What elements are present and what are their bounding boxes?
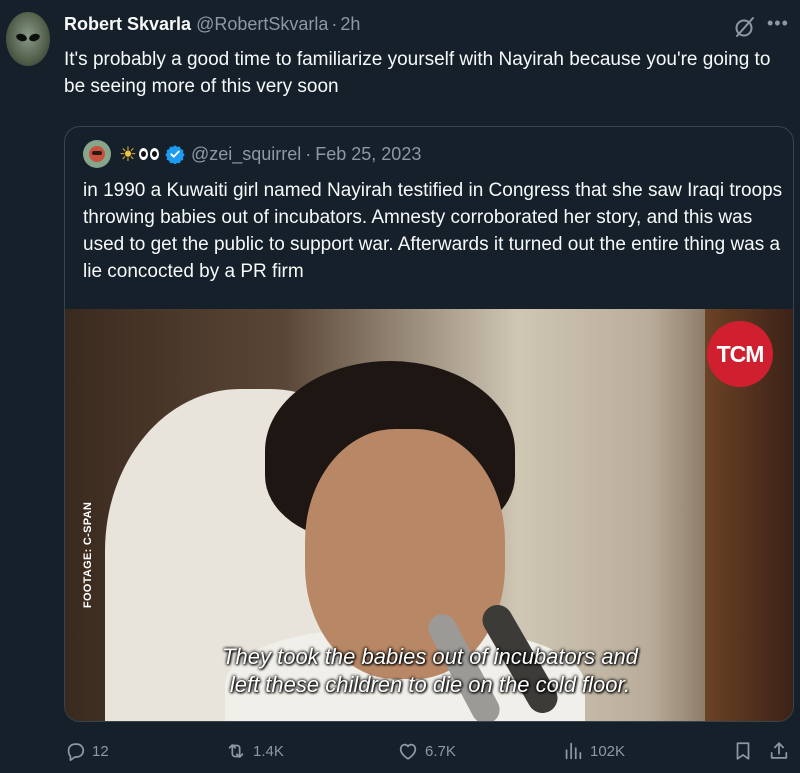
eyes-emoji-icon: [138, 148, 159, 160]
video-player[interactable]: FOOTAGE: C-SPAN TCM They took the babies…: [65, 309, 793, 721]
avatar-eye: [28, 32, 41, 43]
view-count: 102K: [590, 742, 626, 760]
author-avatar[interactable]: [6, 12, 50, 66]
verified-badge-icon: [165, 145, 185, 164]
sun-emoji-icon: ☀: [119, 143, 137, 166]
reply-icon: [67, 743, 85, 762]
quoted-author-handle[interactable]: @zei_squirrel: [191, 144, 301, 165]
avatar-eye: [15, 32, 28, 43]
share-button[interactable]: [768, 740, 790, 762]
tweet-time[interactable]: 2h: [340, 14, 360, 35]
more-icon[interactable]: •••: [767, 13, 789, 34]
grok-icon[interactable]: [733, 15, 757, 39]
quoted-tweet-header: ☀ @zei_squirrel · Feb 25, 2023: [83, 140, 421, 168]
tweet[interactable]: Robert Skvarla @RobertSkvarla · 2h ••• I…: [0, 0, 800, 773]
tweet-text: It's probably a good time to familiarize…: [64, 49, 771, 97]
separator-dot: ·: [305, 143, 312, 164]
repost-count: 1.4K: [253, 742, 284, 760]
repost-icon: [228, 744, 244, 758]
repost-button[interactable]: 1.4K: [225, 740, 284, 762]
footage-credit: FOOTAGE: C-SPAN: [82, 501, 94, 609]
quoted-tweet[interactable]: ☀ @zei_squirrel · Feb 25, 2023 in 1990 a…: [64, 126, 794, 722]
reply-button[interactable]: 12: [64, 740, 109, 762]
tweet-header: Robert Skvarla @RobertSkvarla · 2h: [64, 14, 360, 36]
tweet-actions: 12 1.4K 6.7K 102K: [64, 740, 794, 766]
quoted-author-name[interactable]: ☀: [119, 142, 165, 167]
tcm-logo: TCM: [707, 321, 773, 387]
caption-line: left these children to die on the cold f…: [229, 672, 631, 697]
bookmark-icon: [736, 742, 750, 760]
author-handle[interactable]: @RobertSkvarla: [196, 14, 328, 35]
author-name[interactable]: Robert Skvarla: [64, 14, 191, 35]
quoted-tweet-date[interactable]: Feb 25, 2023: [315, 144, 421, 165]
like-button[interactable]: 6.7K: [397, 740, 456, 762]
heart-icon: [399, 743, 417, 760]
caption-line: They took the babies out of incubators a…: [222, 644, 638, 669]
separator-dot: ·: [331, 14, 338, 34]
bookmark-button[interactable]: [732, 740, 754, 762]
views-icon: [565, 742, 582, 760]
quoted-author-avatar[interactable]: [83, 140, 111, 168]
quoted-tweet-text: in 1990 a Kuwaiti girl named Nayirah tes…: [83, 180, 783, 282]
like-count: 6.7K: [425, 742, 456, 760]
video-caption: They took the babies out of incubators a…: [65, 643, 793, 699]
views-button[interactable]: 102K: [562, 740, 625, 762]
share-icon: [770, 742, 788, 759]
video-subject-face: [305, 429, 505, 679]
reply-count: 12: [92, 742, 109, 760]
